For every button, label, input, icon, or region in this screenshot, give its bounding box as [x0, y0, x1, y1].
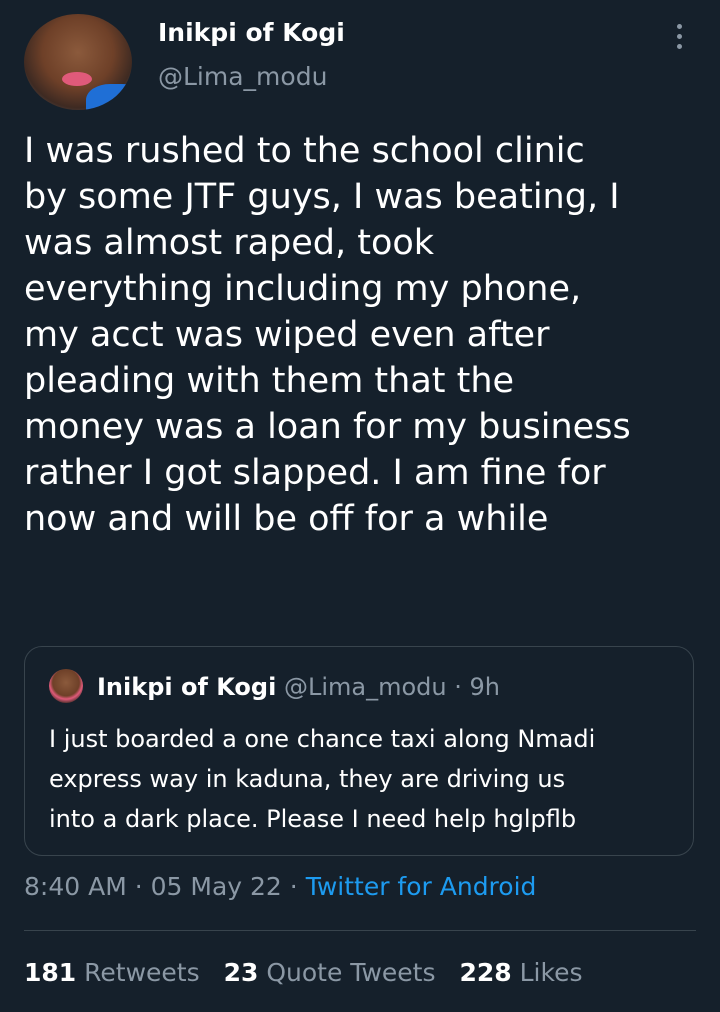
tweet-detail: Inikpi of Kogi @Lima_modu I was rushed t… — [0, 0, 720, 1012]
quoted-text-line: express way in kaduna, they are driving … — [49, 765, 566, 793]
author-avatar[interactable] — [24, 14, 132, 110]
tweet-timestamp: 8:40 AM · 05 May 22 · Twitter for Androi… — [24, 872, 536, 901]
timestamp-separator: · — [289, 872, 298, 901]
tweet-text-line: everything including my phone, — [24, 269, 582, 309]
more-dot — [676, 23, 682, 29]
quote-tweets-count: 23 — [223, 958, 259, 987]
likes-label: Likes — [519, 958, 583, 987]
quote-tweets-stat[interactable]: 23 Quote Tweets — [224, 958, 436, 987]
tweet-text-line: rather I got slapped. I am fine for — [24, 453, 606, 493]
tweet-time[interactable]: 8:40 AM — [24, 872, 127, 901]
avatar-detail — [62, 72, 92, 86]
quote-tweets-label: Quote Tweets — [266, 958, 436, 987]
tweet-text-line: I was rushed to the school clinic — [24, 131, 585, 171]
timestamp-separator: · — [134, 872, 143, 901]
quoted-author-avatar — [49, 669, 83, 703]
tweet-text-line: now and will be off for a while — [24, 499, 549, 539]
author-name[interactable]: Inikpi of Kogi — [158, 18, 345, 47]
more-dot — [676, 43, 682, 49]
quoted-author-handle: @Lima_modu — [283, 673, 447, 701]
quoted-tweet-text: I just boarded a one chance taxi along N… — [49, 719, 679, 839]
tweet-source-link[interactable]: Twitter for Android — [306, 872, 537, 901]
quoted-author-name: Inikpi of Kogi — [97, 673, 277, 701]
tweet-text-line: was almost raped, took — [24, 223, 435, 263]
tweet-date[interactable]: 05 May 22 — [151, 872, 282, 901]
likes-stat[interactable]: 228 Likes — [459, 958, 582, 987]
tweet-stats: 181 Retweets 23 Quote Tweets 228 Likes — [24, 958, 583, 987]
tweet-text: I was rushed to the school clinic by som… — [24, 128, 704, 542]
avatar-detail — [86, 84, 132, 110]
quoted-tweet-header: Inikpi of Kogi @Lima_modu · 9h — [97, 673, 500, 701]
retweets-count: 181 — [24, 958, 77, 987]
tweet-text-line: money was a loan for my business — [24, 407, 631, 447]
author-handle[interactable]: @Lima_modu — [158, 62, 327, 91]
tweet-text-line: my acct was wiped even after — [24, 315, 550, 355]
tweet-text-line: by some JTF guys, I was beating, I — [24, 177, 620, 217]
quoted-separator: · — [454, 673, 462, 701]
more-vertical-icon[interactable] — [664, 18, 694, 54]
quoted-tweet-time: 9h — [469, 673, 501, 701]
retweets-stat[interactable]: 181 Retweets — [24, 958, 200, 987]
more-dot — [676, 33, 682, 39]
retweets-label: Retweets — [84, 958, 200, 987]
quoted-text-line: into a dark place. Please I need help hg… — [49, 805, 577, 833]
likes-count: 228 — [459, 958, 512, 987]
divider — [24, 930, 696, 931]
quoted-tweet-card[interactable]: Inikpi of Kogi @Lima_modu · 9h I just bo… — [24, 646, 694, 856]
tweet-text-line: pleading with them that the — [24, 361, 515, 401]
quoted-text-line: I just boarded a one chance taxi along N… — [49, 725, 596, 753]
